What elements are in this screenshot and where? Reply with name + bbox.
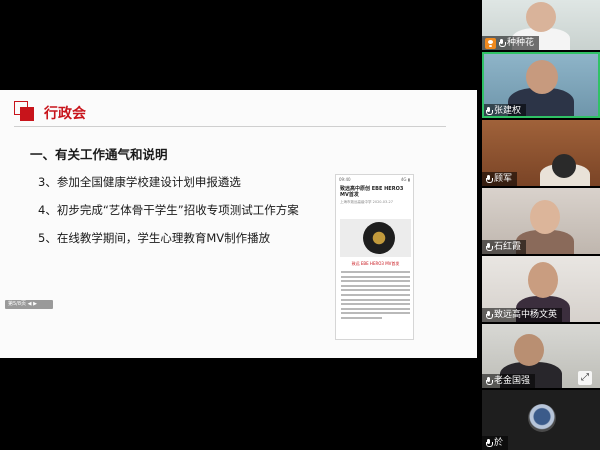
phone-image-caption: 致远 EBE HERO3 MV首发	[351, 261, 400, 266]
participant-tile[interactable]: 於	[482, 390, 600, 450]
mic-icon	[485, 310, 493, 320]
participant-name: 石红霞	[494, 242, 522, 252]
participant-name-tag: 石红霞	[482, 240, 527, 254]
phone-article-title: 致远高中原创 EBE HERO3 MV首发	[340, 186, 404, 198]
participant-name: 老金国强	[494, 376, 531, 386]
participant-name-tag: 致远高中杨文英	[482, 308, 563, 322]
participant-name: 致远高中杨文英	[494, 310, 558, 320]
participant-tile[interactable]: 致远高中杨文英	[482, 256, 600, 322]
participant-tile[interactable]: 石红霞	[482, 188, 600, 254]
mic-icon	[498, 38, 506, 48]
participant-tile[interactable]: 老金国强 ⤢	[482, 324, 600, 388]
slide-heading: 一、有关工作通气和说明	[30, 147, 168, 162]
slide-pager[interactable]: 第5/8页 ◀ ▶	[5, 300, 53, 309]
phone-article-body	[341, 271, 410, 322]
vinyl-disc-icon	[363, 222, 395, 254]
slide-bullet: 3、参加全国健康学校建设计划申报遴选	[38, 175, 241, 189]
participant-tile[interactable]: 张建权	[482, 52, 600, 118]
phone-screenshot: 09:40 4G ▮ 致远高中原创 EBE HERO3 MV首发 上海市致远高级…	[335, 174, 414, 340]
slide-bullet: 5、在线教学期间，学生心理教育MV制作播放	[38, 231, 271, 245]
participant-tile[interactable]: 顾军	[482, 120, 600, 186]
mic-icon	[485, 376, 493, 386]
meeting-window: 行政会 一、有关工作通气和说明 3、参加全国健康学校建设计划申报遴选 4、初步完…	[0, 0, 600, 450]
participant-name-tag: 老金国强	[482, 374, 536, 388]
mic-icon	[485, 174, 493, 184]
mic-icon	[485, 438, 493, 448]
host-badge-icon	[485, 37, 496, 49]
participant-name: 种种花	[507, 38, 535, 48]
participant-name-tag: 种种花	[482, 36, 540, 50]
phone-album-image	[340, 219, 411, 257]
participant-name-tag: 於	[482, 436, 509, 450]
participant-name-tag: 张建权	[482, 104, 527, 118]
phone-status-signal: 4G ▮	[400, 177, 410, 182]
phone-status-time: 09:40	[339, 177, 351, 182]
mic-icon	[485, 106, 493, 116]
participant-name: 於	[494, 438, 504, 448]
participant-name: 顾军	[494, 174, 513, 184]
slide-title: 行政会	[44, 106, 86, 122]
expand-icon[interactable]: ⤢	[578, 371, 592, 385]
participant-name-tag: 顾军	[482, 172, 518, 186]
phone-article-meta: 上海市致远高级中学 2020-03-27	[340, 200, 393, 204]
slide-logo-icon	[14, 101, 34, 121]
mic-icon	[485, 242, 493, 252]
title-divider	[14, 126, 446, 127]
shared-slide: 行政会 一、有关工作通气和说明 3、参加全国健康学校建设计划申报遴选 4、初步完…	[0, 90, 477, 358]
slide-bullet: 4、初步完成“艺体骨干学生”招收专项测试工作方案	[38, 203, 299, 217]
participant-tile[interactable]: 种种花	[482, 0, 600, 50]
participant-name: 张建权	[494, 106, 522, 116]
